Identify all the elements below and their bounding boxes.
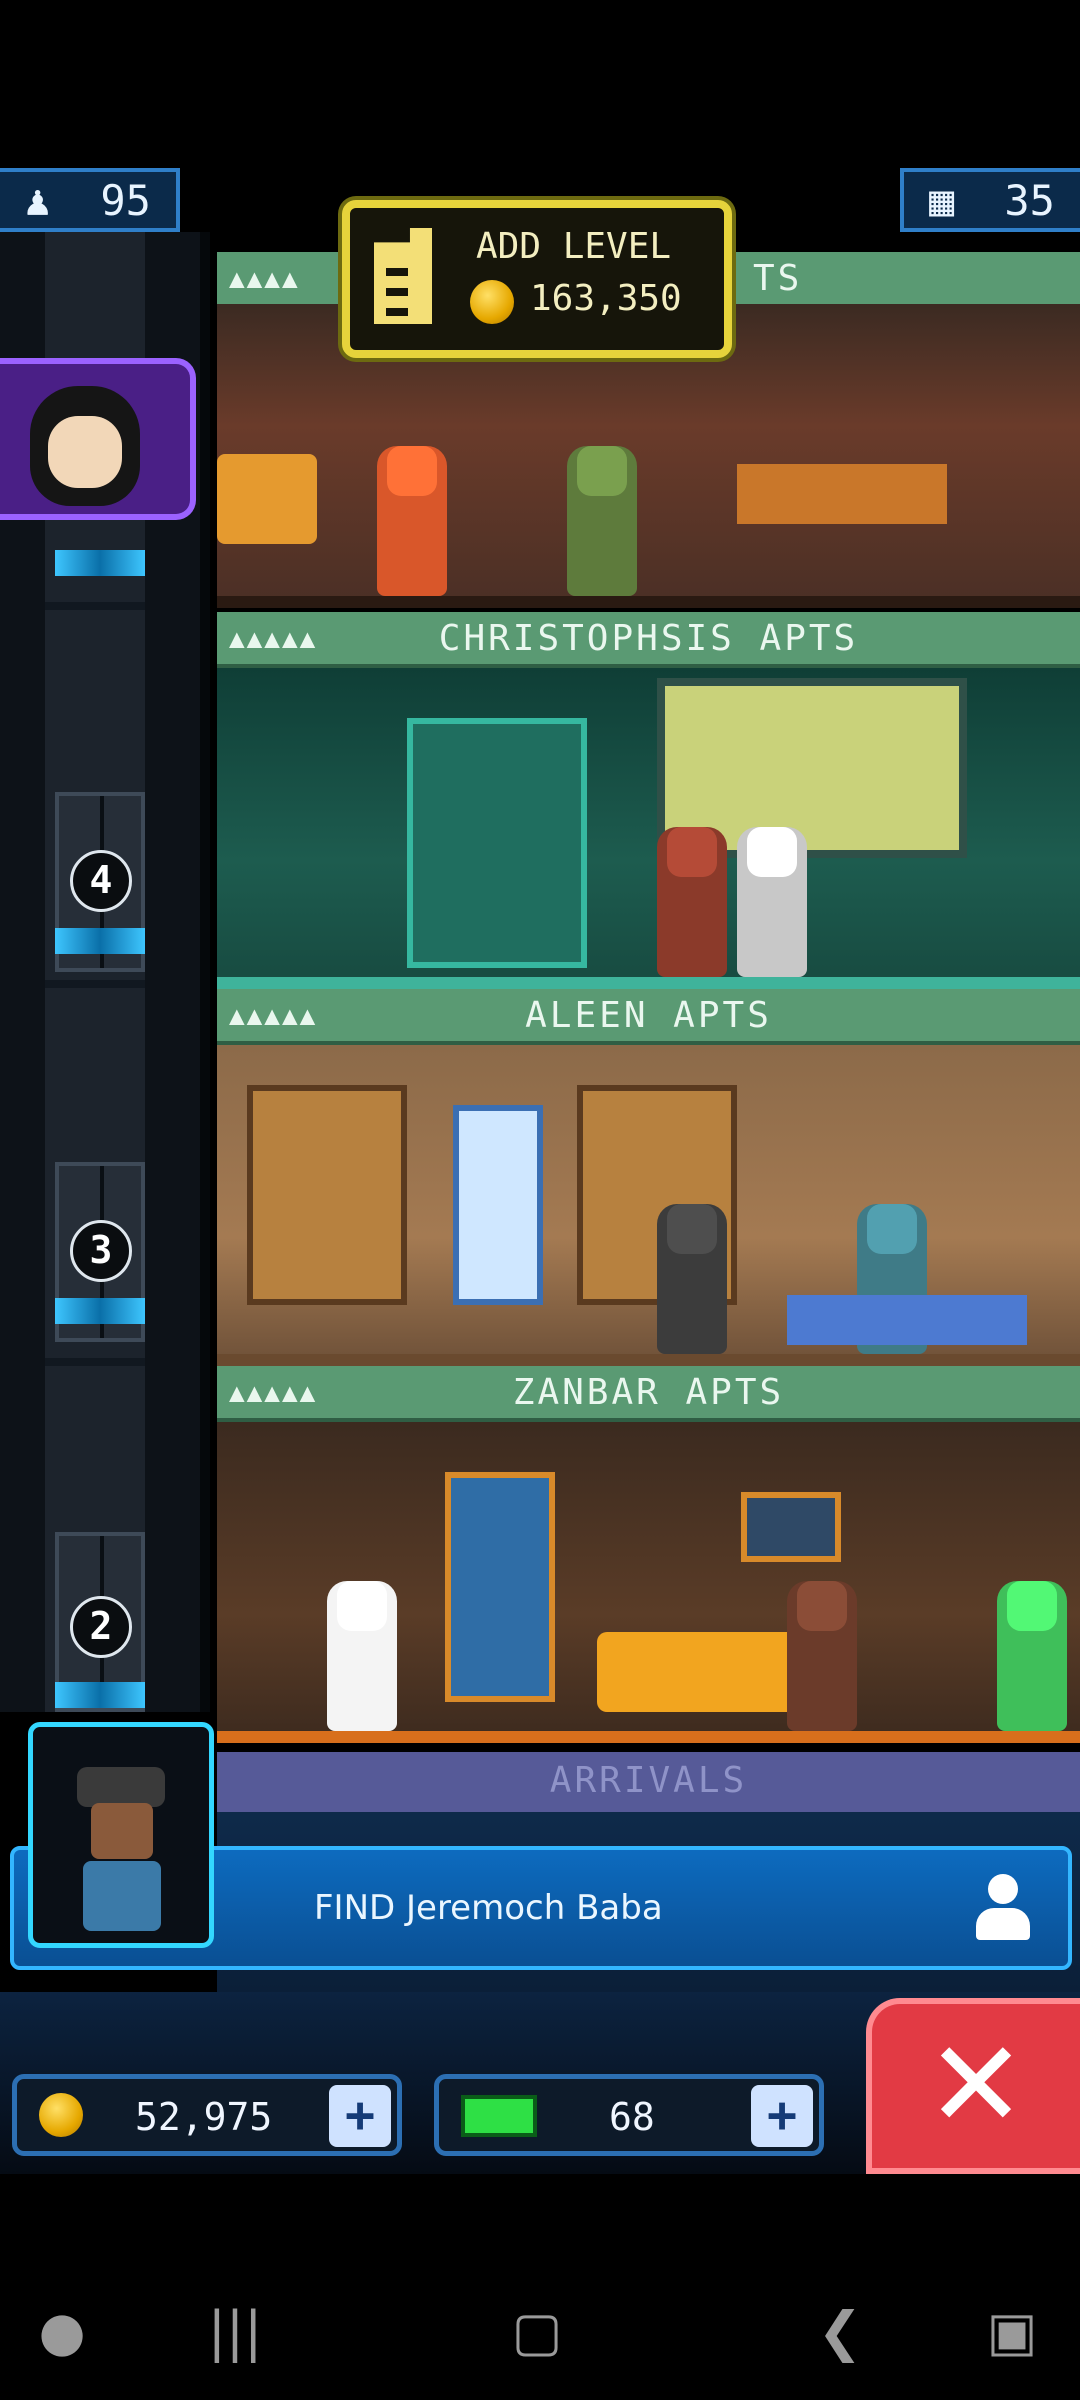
- bux-counter[interactable]: 68 +: [434, 2074, 824, 2156]
- resident-character[interactable]: [737, 827, 807, 977]
- couch: [597, 1632, 797, 1712]
- recent-apps-icon[interactable]: |||: [195, 2300, 275, 2363]
- bench: [737, 464, 947, 524]
- person-icon: ♟: [25, 175, 51, 225]
- add-bux-button[interactable]: +: [751, 2085, 813, 2147]
- resident-character[interactable]: [657, 827, 727, 977]
- mission-text: FIND Jeremoch Baba: [314, 1888, 663, 1928]
- door: [453, 1105, 543, 1305]
- level-icon: ▦: [929, 175, 955, 225]
- floor-name: ZANBAR APTS: [512, 1372, 785, 1413]
- resident-character[interactable]: [327, 1581, 397, 1731]
- floor-divider: [217, 1731, 1080, 1743]
- level-value: 35: [1004, 175, 1055, 225]
- body: [83, 1861, 161, 1931]
- floor-name: TS: [753, 258, 803, 299]
- coin-icon: [39, 2093, 83, 2137]
- painting: [741, 1492, 841, 1562]
- floor-room: [217, 668, 1080, 989]
- add-level-button[interactable]: ADD LEVEL 163,350: [342, 200, 732, 358]
- user-icon-body: [976, 1908, 1030, 1940]
- vip-visitor-portrait[interactable]: [0, 358, 196, 520]
- hat: [77, 1767, 165, 1807]
- floor-christophsis-apts[interactable]: ▲▲▲▲▲ CHRISTOPHSIS APTS: [217, 612, 1080, 989]
- floor-room: [217, 1045, 1080, 1366]
- floor-stars: ▲▲▲▲: [229, 264, 300, 294]
- elevator-floor-number: 4: [70, 850, 132, 912]
- status-bar-area: [0, 0, 1080, 168]
- resident-character[interactable]: [657, 1204, 727, 1354]
- screenshot-icon[interactable]: ▣: [972, 2300, 1052, 2363]
- door: [445, 1472, 555, 1702]
- floor-banner: ▲▲▲▲▲ ZANBAR APTS: [217, 1366, 1080, 1422]
- game-launcher-icon[interactable]: ●: [22, 2300, 102, 2363]
- user-icon[interactable]: [972, 1874, 1032, 1944]
- resident-character[interactable]: [787, 1581, 857, 1731]
- resident-character[interactable]: [567, 446, 637, 596]
- system-nav-bar: [0, 2174, 1080, 2400]
- back-icon[interactable]: ❮: [800, 2300, 880, 2363]
- door: [407, 718, 587, 968]
- bux-value: 68: [609, 2095, 655, 2139]
- add-level-cost: 163,350: [530, 278, 682, 319]
- close-icon: ✕: [925, 2016, 1027, 2155]
- floor-divider: [217, 977, 1080, 989]
- close-button[interactable]: ✕: [866, 1998, 1080, 2174]
- face: [91, 1803, 153, 1859]
- floor-banner: ▲▲▲▲▲ CHRISTOPHSIS APTS: [217, 612, 1080, 668]
- floor-divider: [217, 596, 1080, 608]
- population-counter[interactable]: ♟ 95: [0, 168, 180, 232]
- arrivals-banner: ARRIVALS: [217, 1752, 1080, 1812]
- arrivals-label: ARRIVALS: [549, 1760, 748, 1801]
- user-icon-head: [988, 1874, 1018, 1904]
- home-icon[interactable]: ▢: [497, 2300, 577, 2363]
- coin-icon: [470, 280, 514, 324]
- resident-character[interactable]: [377, 446, 447, 596]
- coins-counter[interactable]: 52,975 +: [12, 2074, 402, 2156]
- elevator-floor-number: 2: [70, 1596, 132, 1658]
- floor-banner: ▲▲▲▲▲ ALEEN APTS: [217, 989, 1080, 1045]
- add-level-label: ADD LEVEL: [476, 226, 672, 267]
- level-counter[interactable]: ▦ 35: [900, 168, 1080, 232]
- floor-name: ALEEN APTS: [525, 995, 772, 1036]
- elevator-light: [55, 928, 145, 954]
- population-value: 95: [100, 175, 151, 225]
- resident-character[interactable]: [997, 1581, 1067, 1731]
- floor-room: [217, 1422, 1080, 1743]
- elevator-light: [55, 1298, 145, 1324]
- floor-aleen-apts[interactable]: ▲▲▲▲▲ ALEEN APTS: [217, 989, 1080, 1366]
- add-coins-button[interactable]: +: [329, 2085, 391, 2147]
- mission-character-portrait[interactable]: [28, 1722, 214, 1948]
- elevator-light: [55, 1682, 145, 1708]
- bux-icon: [461, 2095, 537, 2137]
- elevator-light: [55, 550, 145, 576]
- floor-divider: [217, 1354, 1080, 1366]
- add-level-icon: [374, 228, 432, 324]
- floor-name: CHRISTOPHSIS APTS: [438, 618, 859, 659]
- floor-zanbar-apts[interactable]: ▲▲▲▲▲ ZANBAR APTS: [217, 1366, 1080, 1743]
- couch: [217, 454, 317, 544]
- wall-panel: [247, 1085, 407, 1305]
- table: [787, 1295, 1027, 1345]
- avatar-face: [48, 416, 122, 488]
- coins-value: 52,975: [135, 2095, 273, 2139]
- elevator-floor-number: 3: [70, 1220, 132, 1282]
